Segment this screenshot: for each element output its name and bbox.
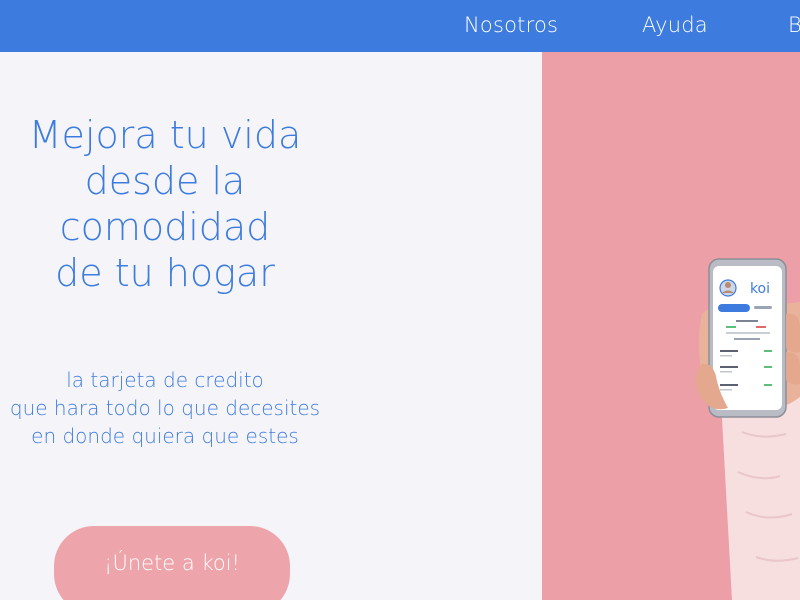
hero-subtitle-line: que hara todo lo que decesites	[9, 396, 321, 420]
phone-app-name: koi	[750, 281, 770, 297]
hero-title-line: desde la	[84, 159, 246, 203]
hero-image-panel: koi	[542, 52, 800, 600]
join-koi-button[interactable]: ¡Únete a koi!	[54, 526, 290, 600]
hero-subtitle: la tarjeta de credito que hara todo lo q…	[0, 366, 330, 450]
hero-title-line: de tu hogar	[55, 251, 275, 295]
hero-title-line: Mejora tu vida	[28, 113, 302, 157]
hero-subtitle-line: la tarjeta de credito	[66, 368, 264, 392]
nav-link-ayuda[interactable]: Ayuda	[642, 13, 708, 37]
hero-title: Mejora tu vida desde la comodidad de tu …	[0, 112, 330, 296]
hero-title-line: comodidad	[59, 205, 271, 249]
nav-link-truncated[interactable]: B	[788, 13, 800, 37]
phone-in-hand-illustration: koi	[695, 258, 800, 600]
nav-link-nosotros[interactable]: Nosotros	[464, 13, 558, 37]
top-navbar: Nosotros Ayuda B	[0, 0, 800, 52]
hero-subtitle-line: en donde quiera que estes	[31, 424, 299, 448]
